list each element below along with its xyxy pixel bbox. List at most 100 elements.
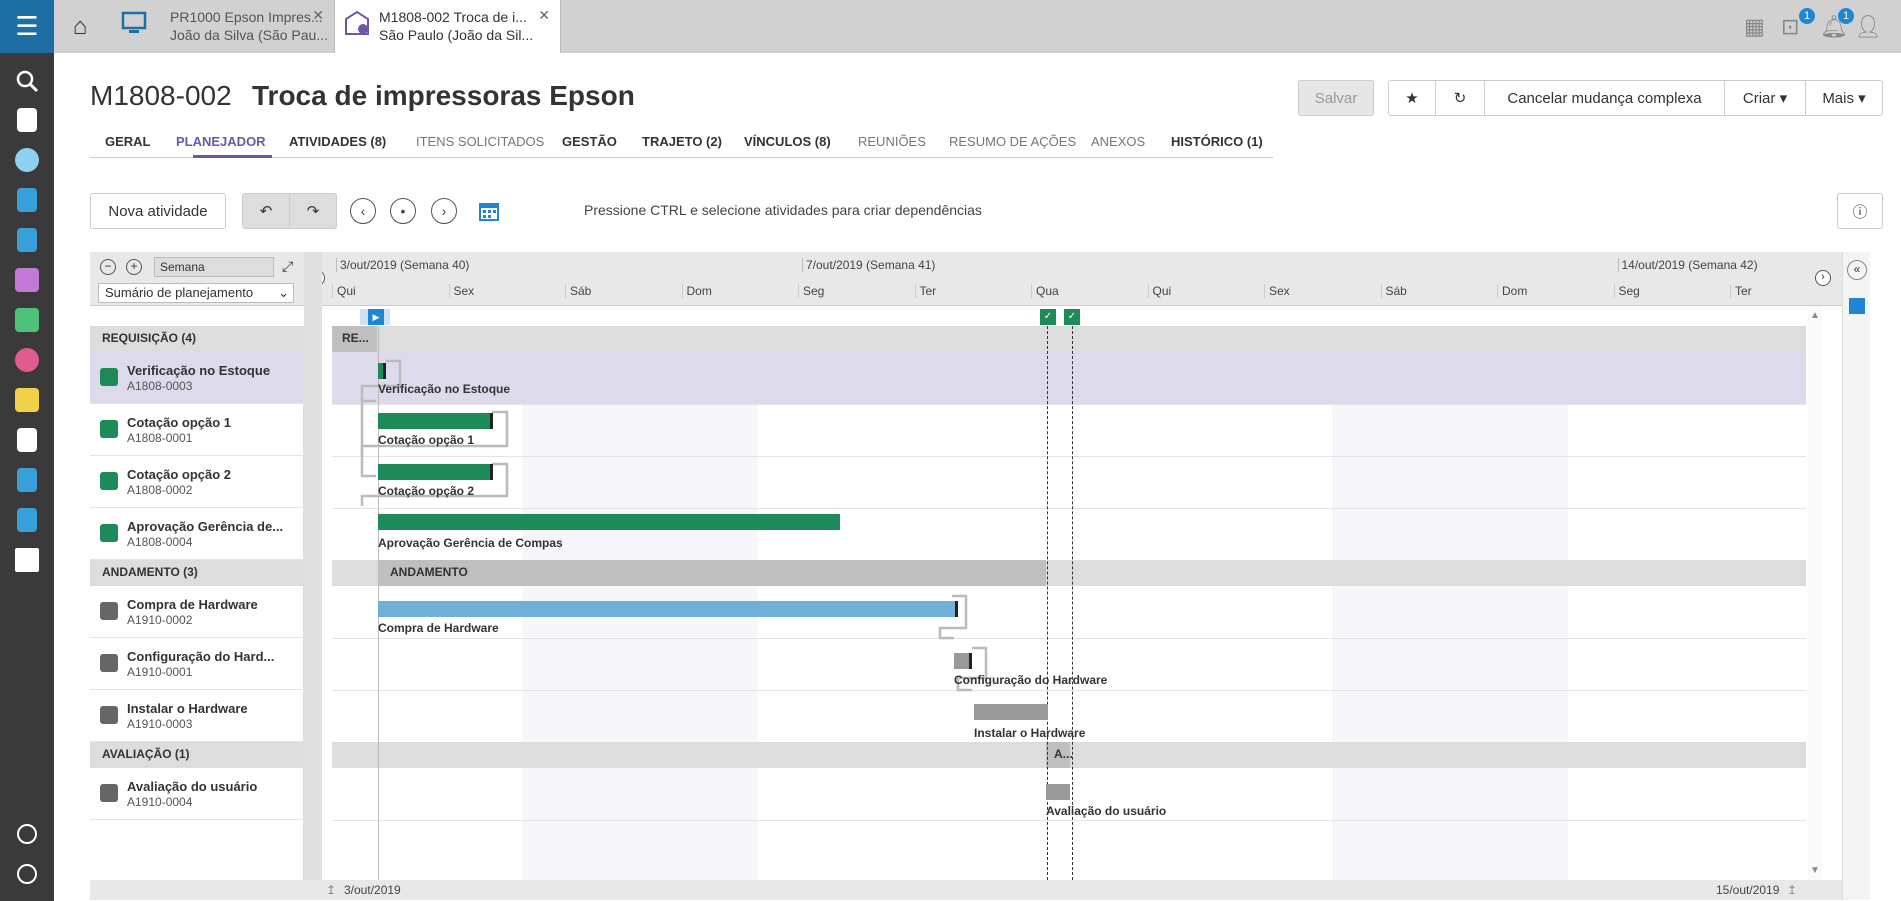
- task-row[interactable]: Aprovação Gerência de... A1808-0004: [90, 508, 304, 560]
- create-label: Criar: [1742, 89, 1776, 107]
- user-settings-icon[interactable]: 👤︎: [1854, 14, 1882, 39]
- task-name: Compra de Hardware: [127, 597, 258, 612]
- more-dropdown[interactable]: Mais ▾: [1805, 80, 1883, 116]
- task-bar-cotacao1[interactable]: [378, 413, 493, 429]
- task-bar-aprovacao[interactable]: [378, 514, 840, 530]
- create-dropdown[interactable]: Criar ▾: [1724, 80, 1806, 116]
- tag-icon[interactable]: [0, 381, 54, 419]
- previous-icon[interactable]: ‹: [350, 198, 376, 224]
- task-row[interactable]: Instalar o Hardware A1910-0003: [90, 690, 304, 742]
- cloud-icon[interactable]: [0, 261, 54, 299]
- refresh-icon[interactable]: ↻: [1435, 80, 1485, 116]
- info-book-icon[interactable]: [0, 421, 54, 459]
- task-row[interactable]: Verificação no Estoque A1808-0003: [90, 352, 304, 404]
- level1-icon[interactable]: [0, 181, 54, 219]
- info-icon[interactable]: ⓘ: [1837, 193, 1883, 229]
- planning-summary-select[interactable]: Sumário de planejamento ⌄: [98, 283, 294, 303]
- today-icon[interactable]: •: [390, 198, 416, 224]
- task-bar-cotacao2[interactable]: [378, 464, 493, 480]
- zoom-in-icon[interactable]: +: [126, 259, 142, 275]
- top-bar: ⌂ PR1000 Epson Impres... João da Silva (…: [54, 0, 1901, 53]
- group-andamento[interactable]: ANDAMENTO (3): [90, 560, 304, 586]
- vertical-scrollbar[interactable]: ▲ ▼: [1808, 306, 1822, 880]
- next-icon[interactable]: ›: [431, 198, 457, 224]
- tab-atividades[interactable]: ATIVIDADES (8): [289, 134, 386, 149]
- dashboard-icon[interactable]: ▦: [1744, 14, 1770, 39]
- tab-anexos[interactable]: ANEXOS: [1091, 134, 1145, 149]
- favorites-icon[interactable]: [0, 101, 54, 139]
- scroll-up-icon[interactable]: ▲: [1810, 310, 1820, 321]
- record-code: M1808-002: [90, 80, 232, 111]
- cart-icon[interactable]: ⊡ 1: [1781, 8, 1815, 39]
- dependency-hint: Pressione CTRL e selecione atividades pa…: [584, 202, 982, 218]
- calendar-one-icon[interactable]: [0, 461, 54, 499]
- group-avaliacao[interactable]: AVALIAÇÃO (1): [90, 742, 304, 768]
- calendar-icon[interactable]: [478, 200, 500, 222]
- tab-reunioes[interactable]: REUNIÕES: [858, 134, 926, 149]
- group-requisicao[interactable]: REQUISIÇÃO (4): [90, 326, 304, 352]
- scroll-down-icon[interactable]: ▼: [1810, 865, 1820, 876]
- calendar-one-alt-icon[interactable]: [0, 501, 54, 539]
- task-bar-configuracao[interactable]: [954, 653, 972, 669]
- group-bar-avaliacao[interactable]: A...: [1046, 742, 1073, 768]
- task-row[interactable]: Avaliação do usuário A1910-0004: [90, 768, 304, 820]
- tab-planejador[interactable]: PLANEJADOR: [176, 134, 266, 149]
- undo-icon[interactable]: ↶: [242, 193, 290, 229]
- task-row[interactable]: Configuração do Hard... A1910-0001: [90, 638, 304, 690]
- gantt-footer: ↥ 3/out/2019 15/out/2019 ↥: [90, 880, 1870, 900]
- task-code: A1910-0001: [127, 665, 193, 679]
- close-icon[interactable]: ✕: [312, 7, 324, 24]
- person-card-icon[interactable]: [0, 301, 54, 339]
- scroll-to-start-icon[interactable]: ↥: [326, 883, 336, 897]
- tab-resumo-acoes[interactable]: RESUMO DE AÇÕES: [949, 134, 1076, 149]
- save-button[interactable]: Salvar: [1298, 80, 1374, 116]
- task-bar-instalar[interactable]: [974, 704, 1048, 720]
- level2-icon[interactable]: [0, 221, 54, 259]
- pane-splitter[interactable]: [304, 252, 322, 880]
- search-icon[interactable]: [0, 62, 54, 100]
- bell-icon[interactable]: 🔔︎ 1: [1820, 8, 1854, 39]
- tab-m1808[interactable]: M1808-002 Troca de i... São Paulo (João …: [335, 0, 561, 53]
- scale-field[interactable]: Semana: [154, 257, 274, 277]
- right-side-panel: «: [1842, 252, 1870, 900]
- milestone-check-icon[interactable]: ✓: [1040, 309, 1056, 325]
- cancel-complex-change-button[interactable]: Cancelar mudança complexa: [1484, 80, 1725, 116]
- zoom-out-icon[interactable]: −: [100, 259, 116, 275]
- favorite-star-icon[interactable]: ★: [1388, 80, 1436, 116]
- task-list: REQUISIÇÃO (4) Verificação no Estoque A1…: [90, 306, 304, 880]
- clock-icon[interactable]: [0, 341, 54, 379]
- task-bar-compra[interactable]: [378, 601, 958, 617]
- week-label: 3/out/2019 (Semana 40): [336, 258, 469, 272]
- in-progress-icon: [100, 602, 118, 620]
- day-label: Ter: [914, 284, 1032, 298]
- phone-icon[interactable]: [0, 141, 54, 179]
- collapse-panel-icon[interactable]: «: [1847, 260, 1867, 280]
- task-bar-verificacao[interactable]: [378, 363, 386, 379]
- tab-vinculos[interactable]: VÍNCULOS (8): [744, 134, 831, 149]
- task-row[interactable]: Cotação opção 2 A1808-0002: [90, 456, 304, 508]
- tab-trajeto[interactable]: TRAJETO (2): [642, 134, 722, 149]
- home-icon[interactable]: ⌂: [54, 0, 106, 53]
- tab-pr1000[interactable]: PR1000 Epson Impres... João da Silva (Sã…: [106, 0, 335, 53]
- external-link-icon[interactable]: [1849, 298, 1865, 314]
- task-name: Cotação opção 1: [127, 415, 232, 430]
- task-row[interactable]: Compra de Hardware A1910-0002: [90, 586, 304, 638]
- task-row[interactable]: Cotação opção 1 A1808-0001: [90, 404, 304, 456]
- milestone-double-check-icon[interactable]: ✓: [1064, 309, 1080, 325]
- redo-icon[interactable]: ↷: [289, 193, 337, 229]
- tab-itens-solicitados[interactable]: ITENS SOLICITADOS: [416, 134, 544, 149]
- tools-icon[interactable]: [0, 541, 54, 579]
- close-icon[interactable]: ✕: [538, 7, 550, 24]
- scroll-to-end-icon[interactable]: ↥: [1787, 883, 1797, 897]
- fullscreen-icon[interactable]: ⤢: [282, 258, 293, 275]
- new-activity-button[interactable]: Nova atividade: [90, 193, 226, 229]
- tab-gestao[interactable]: GESTÃO: [562, 134, 617, 149]
- hamburger-icon[interactable]: ☰: [0, 0, 54, 53]
- task-code: A1808-0004: [127, 535, 193, 549]
- expand-rail-icon[interactable]: [0, 815, 54, 853]
- tab-geral[interactable]: GERAL: [105, 134, 151, 149]
- task-bar-avaliacao[interactable]: [1046, 784, 1070, 800]
- day-label: Dom: [681, 284, 799, 298]
- compass-icon[interactable]: [0, 855, 54, 893]
- tab-historico[interactable]: HISTÓRICO (1): [1171, 134, 1263, 149]
